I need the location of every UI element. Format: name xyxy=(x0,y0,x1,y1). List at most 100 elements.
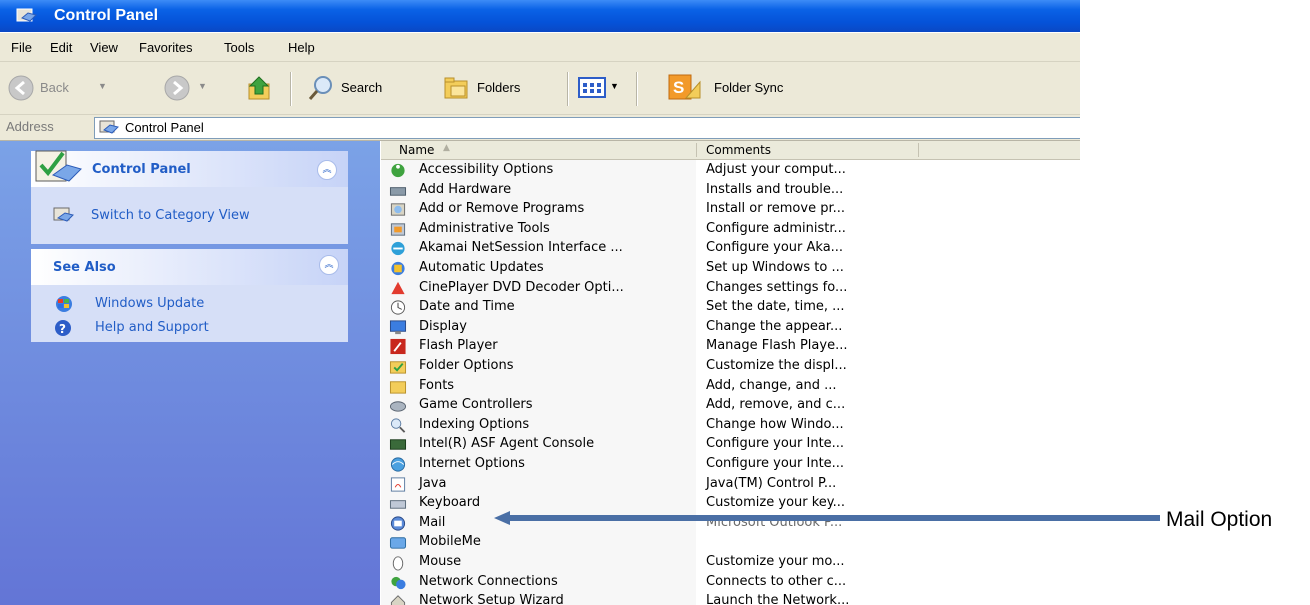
item-comment: Java(TM) Control P... xyxy=(706,475,837,491)
folder-sync-button[interactable]: S Folder Sync xyxy=(668,74,828,102)
search-button[interactable]: Search xyxy=(307,74,427,102)
automatic-updates-icon xyxy=(391,261,405,276)
control-panel-large-icon xyxy=(35,150,82,182)
intel-asf-agent-icon xyxy=(389,439,407,451)
menu-file[interactable]: File xyxy=(11,40,32,55)
list-item-akamai-netsession[interactable]: Akamai NetSession Interface ... Configure… xyxy=(381,239,1080,259)
list-item-network-setup-wizard[interactable]: Network Setup Wizard Launch the Network..… xyxy=(381,592,1080,605)
list-item-folder-options[interactable]: Folder Options Customize the displ... xyxy=(381,357,1080,377)
list-item-add-remove-programs[interactable]: Add or Remove Programs Install or remove … xyxy=(381,200,1080,220)
item-comment: Changes settings fo... xyxy=(706,279,848,295)
network-setup-wizard-icon xyxy=(390,595,406,605)
list-item-cineplayer-dvd[interactable]: CinePlayer DVD Decoder Opti... Changes se… xyxy=(381,279,1080,299)
folder-options-icon xyxy=(389,361,407,374)
mail-icon xyxy=(390,516,406,531)
help-icon: ? xyxy=(55,320,71,336)
item-comment: Adjust your comput... xyxy=(706,162,846,177)
address-label: Address xyxy=(6,119,54,134)
column-header-name[interactable]: Name xyxy=(399,143,434,157)
see-also-title: See Also xyxy=(53,260,116,275)
list-item-keyboard[interactable]: Keyboard Customize your key... xyxy=(381,494,1080,514)
views-icon xyxy=(578,77,606,98)
address-input[interactable]: Control Panel xyxy=(94,117,1080,139)
list-item-mail[interactable]: Mail Microsoft Outlook P... xyxy=(381,514,1080,534)
list-item-mobileme[interactable]: MobileMe xyxy=(381,533,1080,553)
list-item-display[interactable]: Display Change the appear... xyxy=(381,318,1080,338)
item-name: Network Connections xyxy=(419,573,558,589)
item-comment: Connects to other c... xyxy=(706,573,847,589)
switch-to-category-view-link[interactable]: Switch to Category View xyxy=(53,206,333,228)
toolbar: Back ▼ ▼ Search Folders ▼ S Folder Sync xyxy=(0,62,1080,115)
list-item-network-connections[interactable]: Network Connections Connects to other c..… xyxy=(381,573,1080,593)
list-item-fonts[interactable]: Fonts Add, change, and ... xyxy=(381,377,1080,397)
forward-arrow-icon xyxy=(164,75,190,101)
help-and-support-link[interactable]: ? Help and Support xyxy=(53,319,313,339)
menu-tools[interactable]: Tools xyxy=(224,40,254,55)
accessibility-options-icon xyxy=(391,163,405,178)
forward-button[interactable]: ▼ xyxy=(164,74,212,102)
list-item-internet-options[interactable]: Internet Options Configure your Inte... xyxy=(381,455,1080,475)
search-icon xyxy=(308,76,332,100)
mobileme-icon xyxy=(389,537,407,550)
item-comment: Configure your Inte... xyxy=(706,456,845,471)
menu-edit[interactable]: Edit xyxy=(50,40,72,55)
internet-options-icon xyxy=(390,457,406,472)
title-bar[interactable]: Control Panel xyxy=(0,0,1080,32)
menu-view[interactable]: View xyxy=(90,40,118,55)
list-header: Name ▲ Comments xyxy=(381,141,1080,160)
list-item-mouse[interactable]: Mouse Customize your mo... xyxy=(381,553,1080,573)
up-folder-icon[interactable] xyxy=(246,74,274,102)
item-comment: Install or remove pr... xyxy=(706,201,845,217)
item-name: MobileMe xyxy=(419,534,481,550)
administrative-tools-icon xyxy=(390,223,406,236)
list-item-administrative-tools[interactable]: Administrative Tools Configure administr.… xyxy=(381,220,1080,240)
column-header-comments[interactable]: Comments xyxy=(706,143,771,157)
game-controllers-icon xyxy=(389,401,407,412)
menu-favorites[interactable]: Favorites xyxy=(139,40,192,55)
list-item-add-hardware[interactable]: Add Hardware Installs and trouble... xyxy=(381,181,1080,201)
menu-help[interactable]: Help xyxy=(288,40,315,55)
list-item-game-controllers[interactable]: Game Controllers Add, remove, and c... xyxy=(381,396,1080,416)
item-name: Folder Options xyxy=(419,358,514,373)
search-label: Search xyxy=(341,80,383,95)
item-name: Fonts xyxy=(419,377,455,393)
windows-update-link[interactable]: Windows Update xyxy=(53,295,313,315)
network-connections-icon xyxy=(391,576,406,589)
list-item-automatic-updates[interactable]: Automatic Updates Set up Windows to ... xyxy=(381,259,1080,279)
keyboard-icon xyxy=(389,500,407,509)
add-hardware-icon xyxy=(389,186,407,196)
views-button[interactable]: ▼ xyxy=(578,74,628,102)
cineplayer-dvd-icon xyxy=(391,281,405,294)
item-comment: Change how Windo... xyxy=(706,416,844,432)
mouse-icon xyxy=(392,556,404,571)
back-button[interactable]: Back ▼ xyxy=(8,74,118,102)
item-comment: Configure your Aka... xyxy=(706,240,844,256)
list-item-accessibility-options[interactable]: Accessibility Options Adjust your comput.… xyxy=(381,161,1080,181)
list-item-date-and-time[interactable]: Date and Time Set the date, time, ... xyxy=(381,298,1080,318)
item-name: Add Hardware xyxy=(419,181,512,197)
item-name: Indexing Options xyxy=(419,416,530,432)
collapse-chevron-icon[interactable]: ︽ xyxy=(317,160,337,180)
list-item-intel-asf-agent[interactable]: Intel(R) ASF Agent Console Configure your… xyxy=(381,435,1080,455)
item-name: Internet Options xyxy=(419,456,525,471)
item-comment: Add, remove, and c... xyxy=(706,397,846,413)
item-name: Administrative Tools xyxy=(419,220,550,236)
collapse-chevron-icon[interactable]: ︽ xyxy=(319,255,339,275)
list-item-java[interactable]: Java Java(TM) Control P... xyxy=(381,475,1080,495)
list-item-flash-player[interactable]: Flash Player Manage Flash Playe... xyxy=(381,337,1080,357)
control-panel-icon xyxy=(99,120,119,134)
see-also-box: See Also ︽ Windows Update ? Help and Sup… xyxy=(31,249,348,342)
list-item-indexing-options[interactable]: Indexing Options Change how Windo... xyxy=(381,416,1080,436)
control-panel-window: Control Panel File Edit View Favorites T… xyxy=(0,0,1080,605)
add-remove-programs-icon xyxy=(390,203,406,216)
item-name: CinePlayer DVD Decoder Opti... xyxy=(419,279,624,295)
item-comment: Customize your mo... xyxy=(706,554,845,569)
folders-button[interactable]: Folders xyxy=(443,74,558,102)
item-comment: Set the date, time, ... xyxy=(706,299,845,315)
windows-update-icon xyxy=(56,296,72,312)
see-also-box-header[interactable]: See Also ︽ xyxy=(31,249,348,285)
item-name: Intel(R) ASF Agent Console xyxy=(419,436,595,452)
forward-dropdown-icon: ▼ xyxy=(198,81,207,91)
address-value: Control Panel xyxy=(125,120,204,135)
item-name: Mouse xyxy=(419,554,462,569)
